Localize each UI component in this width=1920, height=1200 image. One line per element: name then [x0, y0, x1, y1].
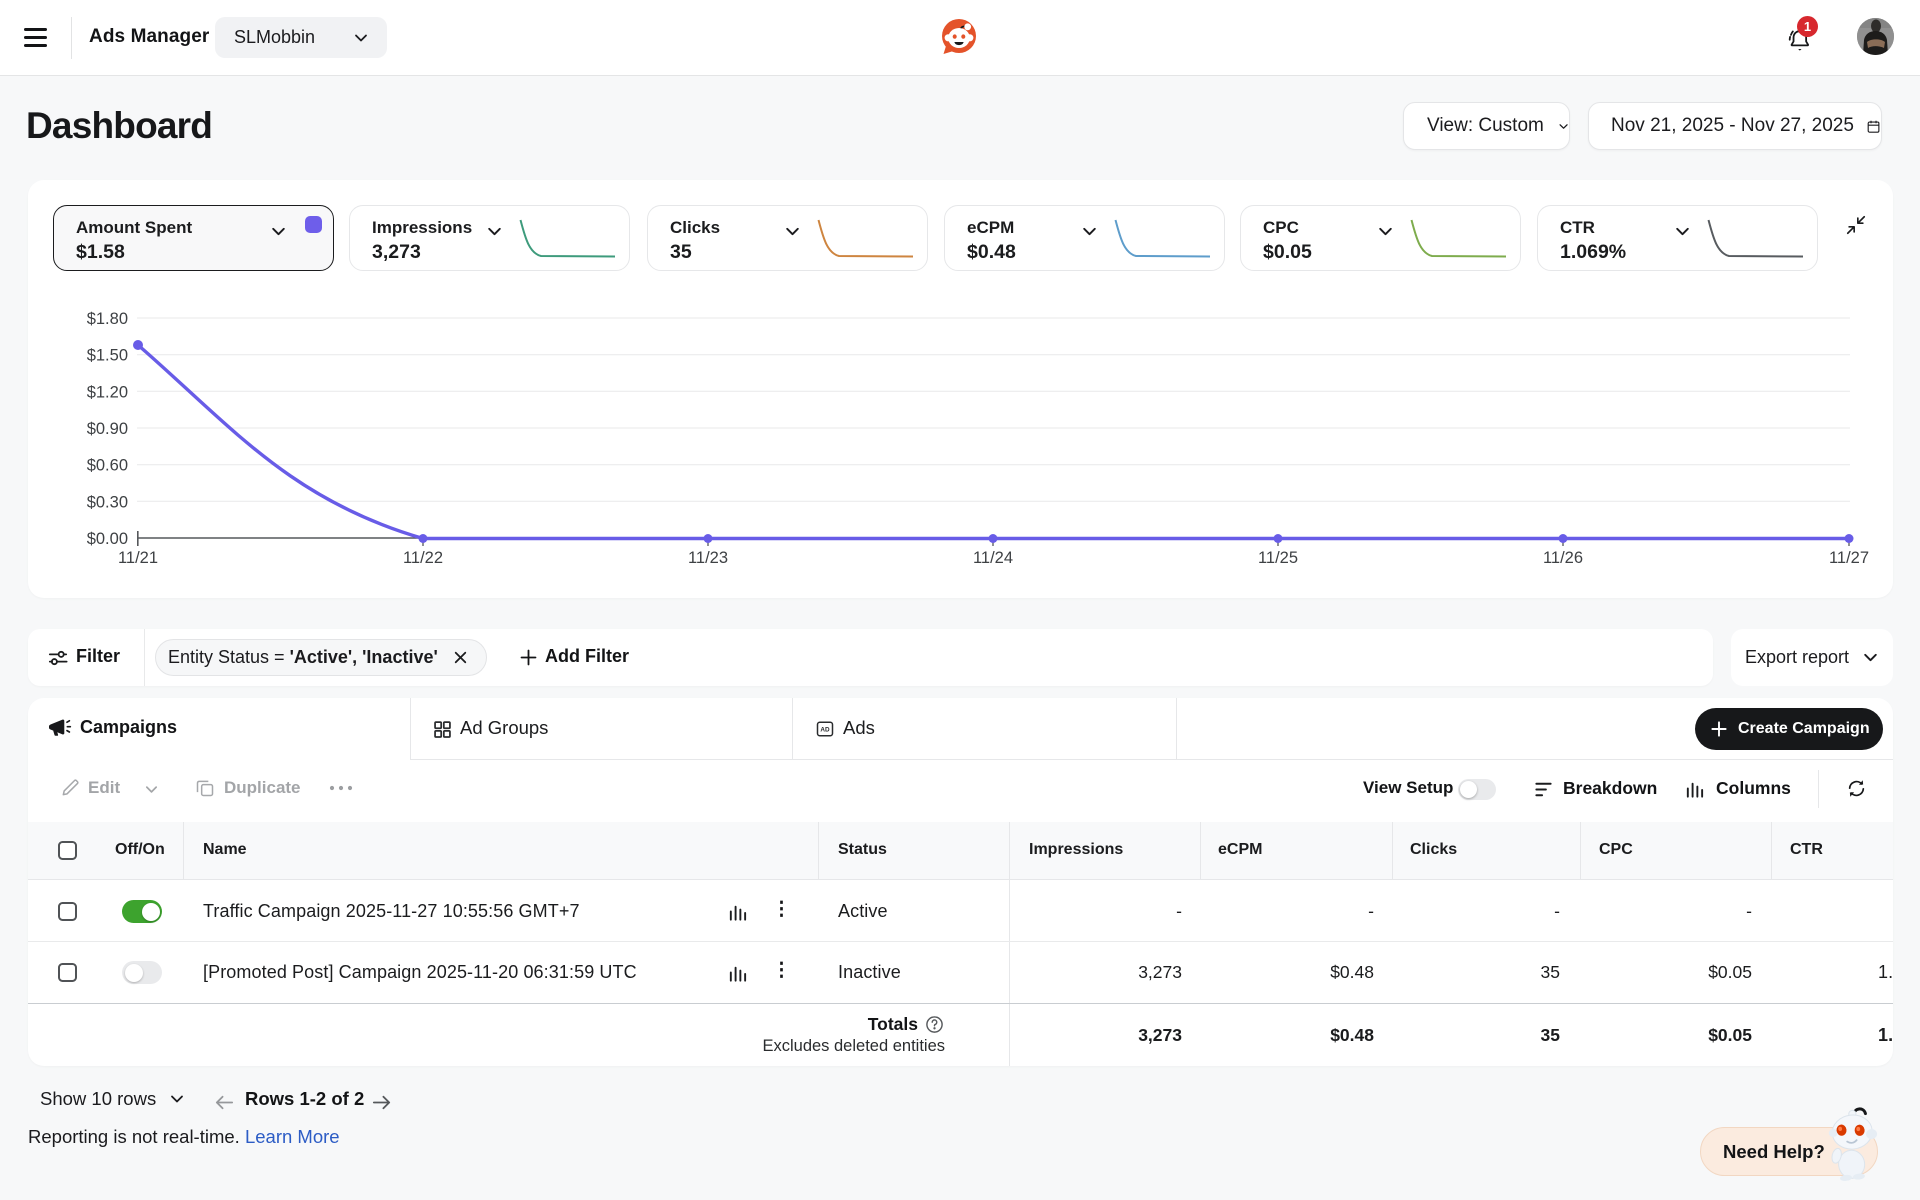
svg-text:$0.30: $0.30: [87, 493, 128, 511]
svg-text:11/22: 11/22: [403, 549, 443, 567]
svg-text:11/23: 11/23: [688, 549, 728, 567]
svg-text:$1.50: $1.50: [87, 347, 128, 365]
svg-text:$1.20: $1.20: [87, 383, 128, 401]
svg-text:11/27: 11/27: [1829, 549, 1869, 567]
svg-text:$0.90: $0.90: [87, 420, 128, 438]
svg-text:$0.60: $0.60: [87, 457, 128, 475]
svg-text:$1.80: $1.80: [87, 310, 128, 328]
svg-text:AD: AD: [820, 726, 830, 733]
svg-text:11/25: 11/25: [1258, 549, 1298, 567]
svg-text:11/26: 11/26: [1543, 549, 1583, 567]
svg-text:11/24: 11/24: [973, 549, 1013, 567]
svg-text:$0.00: $0.00: [87, 530, 128, 548]
svg-text:11/21: 11/21: [118, 549, 158, 567]
